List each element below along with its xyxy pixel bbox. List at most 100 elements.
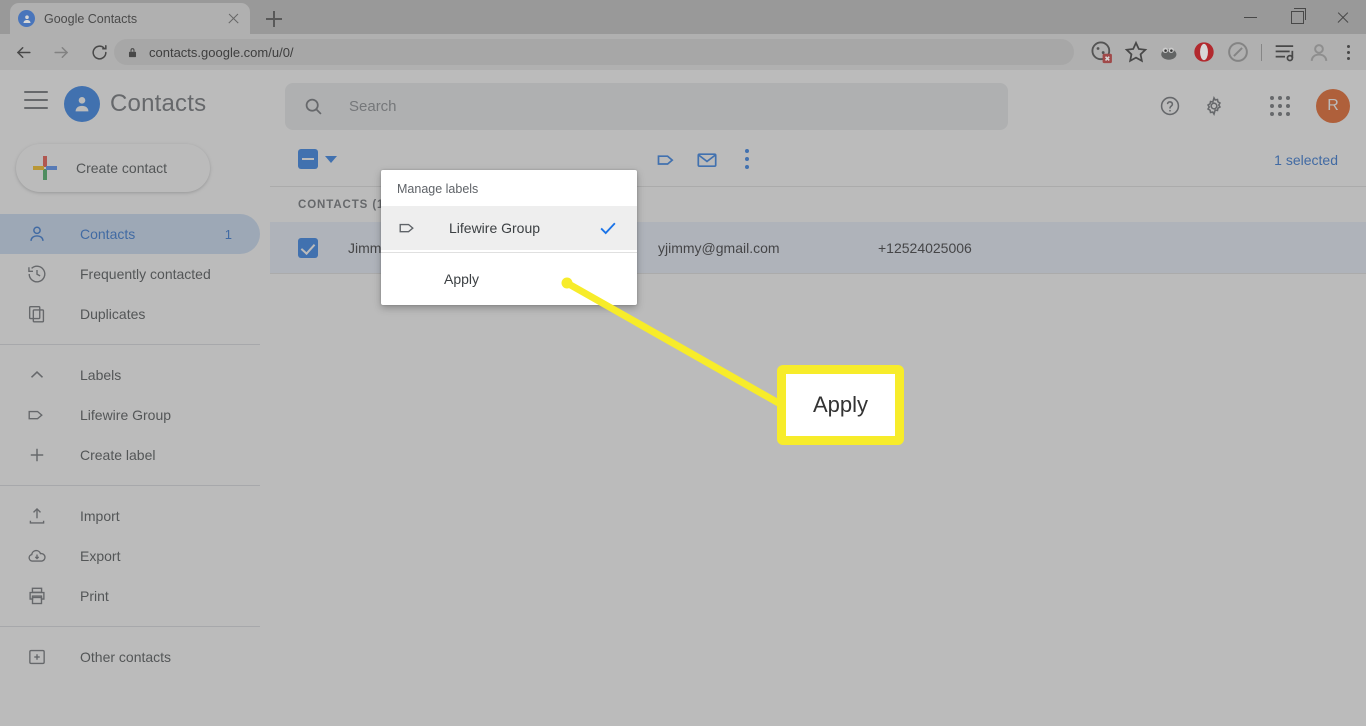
- label-tag-icon: [657, 155, 674, 165]
- gimp-extension-icon[interactable]: [1156, 38, 1184, 66]
- contact-email: yjimmy@gmail.com: [658, 239, 780, 256]
- apply-callout-box: Apply: [777, 365, 904, 445]
- help-circle-icon[interactable]: [1148, 84, 1192, 128]
- maximize-icon[interactable]: [1274, 0, 1320, 34]
- create-contact-label: Create contact: [76, 160, 168, 176]
- apply-button[interactable]: Apply: [381, 253, 637, 305]
- sidebar-item-import[interactable]: Import: [0, 496, 260, 536]
- chevron-up-icon: [26, 364, 48, 386]
- address-bar[interactable]: contacts.google.com/u/0/: [114, 39, 1074, 65]
- sidebar-item-label: Import: [80, 508, 120, 524]
- create-contact-button[interactable]: Create contact: [16, 144, 210, 192]
- sidebar-item-contacts[interactable]: Contacts 1: [0, 214, 260, 254]
- duplicate-pages-icon: [26, 303, 48, 325]
- manage-labels-menu: Manage labels Lifewire Group Apply: [381, 170, 637, 305]
- sidebar-item-duplicates[interactable]: Duplicates: [0, 294, 260, 334]
- envelope-icon: [697, 153, 717, 168]
- contact-phone: +12524025006: [878, 239, 972, 256]
- minimize-icon[interactable]: [1228, 0, 1274, 34]
- shield-extension-icon[interactable]: [1224, 38, 1252, 66]
- person-icon: [26, 223, 48, 245]
- sidebar-item-label: Lifewire Group: [80, 407, 172, 423]
- app-header: Contacts Search R: [0, 70, 1366, 134]
- url-text: contacts.google.com/u/0/: [149, 44, 294, 60]
- search-input[interactable]: [349, 98, 949, 115]
- toolbar-divider: [1261, 43, 1262, 61]
- printer-icon: [26, 585, 48, 607]
- chevron-down-icon[interactable]: [325, 156, 337, 163]
- sidebar: Create contact Contacts 1 Frequently con…: [0, 134, 270, 726]
- extension-icons: [1085, 37, 1360, 67]
- tab-title: Google Contacts: [44, 11, 138, 26]
- label-tag-icon: [397, 217, 419, 239]
- sidebar-divider: [0, 485, 260, 486]
- sidebar-divider: [0, 626, 260, 627]
- sidebar-item-label: Frequently contacted: [80, 266, 211, 282]
- sidebar-item-label: Other contacts: [80, 649, 172, 665]
- sidebar-item-other-contacts[interactable]: Other contacts: [0, 637, 260, 677]
- contacts-app: Contacts Search R Create contact Contact…: [0, 70, 1366, 726]
- close-icon[interactable]: [225, 10, 242, 27]
- sidebar-item-label: Labels: [80, 367, 122, 383]
- upload-icon: [26, 505, 48, 527]
- avatar[interactable]: R: [1316, 89, 1350, 123]
- sidebar-item-label: Print: [80, 588, 109, 604]
- google-plus-icon: [32, 155, 58, 181]
- search-bar[interactable]: [285, 83, 1008, 130]
- apps-grid-icon[interactable]: [1258, 84, 1302, 128]
- new-tab-button[interactable]: [262, 7, 286, 31]
- cookie-blocker-icon[interactable]: [1088, 38, 1116, 66]
- browser-tab[interactable]: Google Contacts: [10, 3, 250, 34]
- forward-arrow-icon[interactable]: [46, 37, 76, 67]
- hamburger-menu-icon[interactable]: [24, 91, 48, 111]
- selected-count-text: 1 selected: [1274, 152, 1338, 168]
- header-actions: R: [1148, 84, 1350, 128]
- sidebar-item-export[interactable]: Export: [0, 536, 260, 576]
- contacts-logo-icon: [64, 86, 100, 122]
- sidebar-item-labels[interactable]: Labels: [0, 355, 260, 395]
- send-email-button[interactable]: [692, 145, 722, 175]
- callout-text: Apply: [812, 392, 869, 417]
- close-icon[interactable]: [1320, 0, 1366, 34]
- select-all-checkbox[interactable]: [298, 149, 318, 169]
- reload-icon[interactable]: [84, 37, 114, 67]
- sidebar-divider: [0, 344, 260, 345]
- sidebar-item-frequently-contacted[interactable]: Frequently contacted: [0, 254, 260, 294]
- sidebar-item-label: Duplicates: [80, 306, 146, 322]
- window-controls: [1228, 0, 1366, 34]
- gear-icon[interactable]: [1192, 84, 1236, 128]
- browser-nav-bar: contacts.google.com/u/0/: [0, 34, 1366, 70]
- other-contacts-icon: [26, 646, 48, 668]
- sidebar-item-label: Create label: [80, 447, 156, 463]
- sidebar-item-count: 1: [224, 226, 232, 242]
- checkmark-icon: [597, 217, 619, 239]
- lock-icon: [128, 47, 137, 57]
- browser-tab-bar: Google Contacts: [0, 0, 1366, 34]
- more-actions-button[interactable]: [736, 146, 758, 174]
- apply-label-button[interactable]: [652, 145, 682, 175]
- contacts-avatar-icon: [18, 10, 35, 27]
- screenshot-root: Contacts Search R Create contact Contact…: [0, 0, 1366, 726]
- label-tag-icon: [26, 404, 48, 426]
- sidebar-nav: Contacts 1 Frequently contacted Duplicat…: [0, 214, 270, 677]
- menu-item-lifewire-group[interactable]: Lifewire Group: [381, 206, 637, 250]
- row-checkbox[interactable]: [298, 237, 318, 258]
- sidebar-item-print[interactable]: Print: [0, 576, 260, 616]
- bookmark-star-icon[interactable]: [1122, 38, 1150, 66]
- search-icon: [305, 98, 322, 115]
- opera-extension-icon[interactable]: [1190, 38, 1218, 66]
- kebab-menu-icon[interactable]: [1338, 38, 1360, 66]
- menu-item-label: Lifewire Group: [449, 220, 541, 236]
- contacts-count-label: CONTACTS (1): [298, 198, 390, 211]
- profile-avatar-icon[interactable]: [1305, 38, 1333, 66]
- page-title: Contacts: [110, 90, 207, 117]
- sidebar-item-create-label[interactable]: Create label: [0, 435, 260, 475]
- menu-title: Manage labels: [397, 182, 479, 196]
- sidebar-item-label: Contacts: [80, 226, 136, 242]
- back-arrow-icon[interactable]: [8, 37, 38, 67]
- plus-icon: [26, 444, 48, 466]
- sidebar-item-label: Export: [80, 548, 121, 564]
- sidebar-item-lifewire-group[interactable]: Lifewire Group: [0, 395, 260, 435]
- history-clock-icon: [26, 263, 48, 285]
- reading-list-icon[interactable]: [1271, 38, 1299, 66]
